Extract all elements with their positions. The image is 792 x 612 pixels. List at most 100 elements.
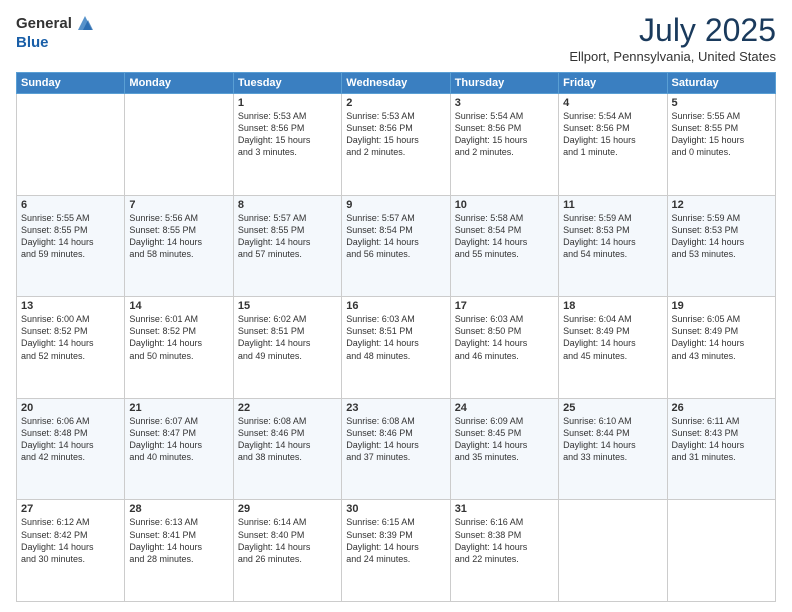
day-number: 21	[129, 402, 228, 414]
calendar-cell: 5Sunrise: 5:55 AM Sunset: 8:55 PM Daylig…	[667, 94, 775, 196]
calendar-cell: 15Sunrise: 6:02 AM Sunset: 8:51 PM Dayli…	[233, 297, 341, 399]
logo-general: General	[16, 16, 72, 31]
calendar-cell: 23Sunrise: 6:08 AM Sunset: 8:46 PM Dayli…	[342, 398, 450, 500]
day-number: 20	[21, 402, 120, 414]
calendar-cell: 9Sunrise: 5:57 AM Sunset: 8:54 PM Daylig…	[342, 195, 450, 297]
day-number: 2	[346, 97, 445, 109]
calendar-cell: 19Sunrise: 6:05 AM Sunset: 8:49 PM Dayli…	[667, 297, 775, 399]
day-info: Sunrise: 5:59 AM Sunset: 8:53 PM Dayligh…	[672, 212, 771, 261]
day-number: 24	[455, 402, 554, 414]
day-info: Sunrise: 6:04 AM Sunset: 8:49 PM Dayligh…	[563, 313, 662, 362]
calendar-cell: 17Sunrise: 6:03 AM Sunset: 8:50 PM Dayli…	[450, 297, 558, 399]
day-info: Sunrise: 5:55 AM Sunset: 8:55 PM Dayligh…	[21, 212, 120, 261]
day-info: Sunrise: 6:14 AM Sunset: 8:40 PM Dayligh…	[238, 516, 337, 565]
day-number: 26	[672, 402, 771, 414]
calendar-cell: 12Sunrise: 5:59 AM Sunset: 8:53 PM Dayli…	[667, 195, 775, 297]
day-number: 3	[455, 97, 554, 109]
calendar-week-row: 27Sunrise: 6:12 AM Sunset: 8:42 PM Dayli…	[17, 500, 776, 602]
day-number: 5	[672, 97, 771, 109]
calendar-day-header: Monday	[125, 73, 233, 94]
calendar-cell: 11Sunrise: 5:59 AM Sunset: 8:53 PM Dayli…	[559, 195, 667, 297]
day-info: Sunrise: 6:03 AM Sunset: 8:50 PM Dayligh…	[455, 313, 554, 362]
calendar-cell: 13Sunrise: 6:00 AM Sunset: 8:52 PM Dayli…	[17, 297, 125, 399]
calendar-cell: 29Sunrise: 6:14 AM Sunset: 8:40 PM Dayli…	[233, 500, 341, 602]
calendar-day-header: Wednesday	[342, 73, 450, 94]
day-number: 1	[238, 97, 337, 109]
calendar-cell: 31Sunrise: 6:16 AM Sunset: 8:38 PM Dayli…	[450, 500, 558, 602]
day-number: 31	[455, 503, 554, 515]
day-info: Sunrise: 5:57 AM Sunset: 8:54 PM Dayligh…	[346, 212, 445, 261]
day-number: 17	[455, 300, 554, 312]
calendar-cell: 7Sunrise: 5:56 AM Sunset: 8:55 PM Daylig…	[125, 195, 233, 297]
calendar-week-row: 1Sunrise: 5:53 AM Sunset: 8:56 PM Daylig…	[17, 94, 776, 196]
day-number: 11	[563, 199, 662, 211]
calendar-cell: 20Sunrise: 6:06 AM Sunset: 8:48 PM Dayli…	[17, 398, 125, 500]
calendar-day-header: Tuesday	[233, 73, 341, 94]
calendar-cell: 27Sunrise: 6:12 AM Sunset: 8:42 PM Dayli…	[17, 500, 125, 602]
calendar-cell: 18Sunrise: 6:04 AM Sunset: 8:49 PM Dayli…	[559, 297, 667, 399]
calendar-cell	[17, 94, 125, 196]
page: General Blue July 2025 Ellport, Pennsylv…	[0, 0, 792, 612]
day-number: 16	[346, 300, 445, 312]
day-info: Sunrise: 6:09 AM Sunset: 8:45 PM Dayligh…	[455, 415, 554, 464]
calendar-table: SundayMondayTuesdayWednesdayThursdayFrid…	[16, 72, 776, 602]
logo-blue: Blue	[16, 34, 49, 51]
day-number: 22	[238, 402, 337, 414]
day-info: Sunrise: 6:06 AM Sunset: 8:48 PM Dayligh…	[21, 415, 120, 464]
subtitle: Ellport, Pennsylvania, United States	[569, 49, 776, 64]
calendar-cell: 21Sunrise: 6:07 AM Sunset: 8:47 PM Dayli…	[125, 398, 233, 500]
day-info: Sunrise: 6:11 AM Sunset: 8:43 PM Dayligh…	[672, 415, 771, 464]
day-number: 18	[563, 300, 662, 312]
calendar-cell: 4Sunrise: 5:54 AM Sunset: 8:56 PM Daylig…	[559, 94, 667, 196]
day-info: Sunrise: 5:54 AM Sunset: 8:56 PM Dayligh…	[455, 110, 554, 159]
day-info: Sunrise: 5:56 AM Sunset: 8:55 PM Dayligh…	[129, 212, 228, 261]
day-info: Sunrise: 6:01 AM Sunset: 8:52 PM Dayligh…	[129, 313, 228, 362]
day-info: Sunrise: 5:58 AM Sunset: 8:54 PM Dayligh…	[455, 212, 554, 261]
day-number: 30	[346, 503, 445, 515]
calendar-day-header: Thursday	[450, 73, 558, 94]
day-number: 10	[455, 199, 554, 211]
calendar-cell: 28Sunrise: 6:13 AM Sunset: 8:41 PM Dayli…	[125, 500, 233, 602]
calendar-cell: 26Sunrise: 6:11 AM Sunset: 8:43 PM Dayli…	[667, 398, 775, 500]
calendar-cell	[667, 500, 775, 602]
day-info: Sunrise: 6:13 AM Sunset: 8:41 PM Dayligh…	[129, 516, 228, 565]
logo: General Blue	[16, 12, 96, 52]
calendar-cell: 10Sunrise: 5:58 AM Sunset: 8:54 PM Dayli…	[450, 195, 558, 297]
calendar-day-header: Sunday	[17, 73, 125, 94]
day-info: Sunrise: 6:03 AM Sunset: 8:51 PM Dayligh…	[346, 313, 445, 362]
day-number: 12	[672, 199, 771, 211]
calendar-week-row: 6Sunrise: 5:55 AM Sunset: 8:55 PM Daylig…	[17, 195, 776, 297]
day-number: 15	[238, 300, 337, 312]
day-info: Sunrise: 5:57 AM Sunset: 8:55 PM Dayligh…	[238, 212, 337, 261]
day-number: 8	[238, 199, 337, 211]
day-info: Sunrise: 6:10 AM Sunset: 8:44 PM Dayligh…	[563, 415, 662, 464]
calendar-cell: 25Sunrise: 6:10 AM Sunset: 8:44 PM Dayli…	[559, 398, 667, 500]
day-info: Sunrise: 5:54 AM Sunset: 8:56 PM Dayligh…	[563, 110, 662, 159]
day-info: Sunrise: 5:53 AM Sunset: 8:56 PM Dayligh…	[346, 110, 445, 159]
calendar-day-header: Friday	[559, 73, 667, 94]
calendar-cell	[559, 500, 667, 602]
day-info: Sunrise: 6:08 AM Sunset: 8:46 PM Dayligh…	[238, 415, 337, 464]
logo-icon	[74, 12, 96, 34]
day-number: 7	[129, 199, 228, 211]
calendar-cell: 16Sunrise: 6:03 AM Sunset: 8:51 PM Dayli…	[342, 297, 450, 399]
day-info: Sunrise: 5:59 AM Sunset: 8:53 PM Dayligh…	[563, 212, 662, 261]
day-number: 29	[238, 503, 337, 515]
day-info: Sunrise: 5:53 AM Sunset: 8:56 PM Dayligh…	[238, 110, 337, 159]
day-number: 28	[129, 503, 228, 515]
calendar-cell: 30Sunrise: 6:15 AM Sunset: 8:39 PM Dayli…	[342, 500, 450, 602]
day-number: 14	[129, 300, 228, 312]
day-info: Sunrise: 6:02 AM Sunset: 8:51 PM Dayligh…	[238, 313, 337, 362]
day-number: 27	[21, 503, 120, 515]
calendar-header-row: SundayMondayTuesdayWednesdayThursdayFrid…	[17, 73, 776, 94]
day-info: Sunrise: 6:08 AM Sunset: 8:46 PM Dayligh…	[346, 415, 445, 464]
calendar-week-row: 13Sunrise: 6:00 AM Sunset: 8:52 PM Dayli…	[17, 297, 776, 399]
calendar-cell: 2Sunrise: 5:53 AM Sunset: 8:56 PM Daylig…	[342, 94, 450, 196]
calendar-day-header: Saturday	[667, 73, 775, 94]
calendar-cell: 8Sunrise: 5:57 AM Sunset: 8:55 PM Daylig…	[233, 195, 341, 297]
calendar-cell: 24Sunrise: 6:09 AM Sunset: 8:45 PM Dayli…	[450, 398, 558, 500]
calendar-cell: 6Sunrise: 5:55 AM Sunset: 8:55 PM Daylig…	[17, 195, 125, 297]
calendar-cell: 14Sunrise: 6:01 AM Sunset: 8:52 PM Dayli…	[125, 297, 233, 399]
day-info: Sunrise: 6:05 AM Sunset: 8:49 PM Dayligh…	[672, 313, 771, 362]
header: General Blue July 2025 Ellport, Pennsylv…	[16, 12, 776, 64]
